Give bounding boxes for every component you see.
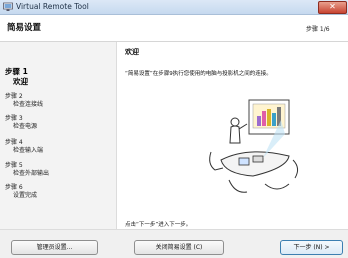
next-step-hint: 点击“下一步”进入下一步。 [125,222,192,228]
app-icon [3,2,13,11]
step-counter: 步骤 1/6 [306,26,330,33]
wizard-footer: 管理员设置... 关闭简易设置 (C) 下一步 (N) > [0,229,348,258]
step-name: 检查外部输出 [13,170,50,177]
app-window: Virtual Remote Tool ✕ 简易设置 步骤 1/6 步骤 1 欢… [0,0,348,258]
step-label: 步骤 3 [5,115,23,122]
step-label: 步骤 4 [5,139,23,146]
wizard-header: 简易设置 步骤 1/6 [0,15,348,42]
page-title: 简易设置 [7,23,42,33]
step-name: 检查电源 [13,123,38,130]
sidebar-item-step-4: 步骤 4 检查输入端 [5,139,43,155]
meeting-room-illustration [209,99,299,193]
sidebar-item-step-3: 步骤 3 检查电源 [5,115,37,131]
admin-settings-button[interactable]: 管理员设置... [11,240,98,255]
close-button[interactable]: ✕ [318,1,347,14]
title-bar[interactable]: Virtual Remote Tool ✕ [0,0,348,15]
sidebar-item-step-1: 步骤 1 欢迎 [5,67,28,87]
content-panel: 欢迎 “简易设置”在步骤9执行您使用的电脑与投影机之间的连接。 点击“下一步”进… [117,42,348,229]
step-name: 欢迎 [13,77,28,86]
step-name: 设置完成 [13,192,38,199]
close-setup-button[interactable]: 关闭简易设置 (C) [134,240,224,255]
sidebar-item-step-2: 步骤 2 检查连接线 [5,93,43,109]
step-name: 检查连接线 [13,101,44,108]
content-heading: 欢迎 [125,48,139,56]
window-title: Virtual Remote Tool [16,2,89,11]
step-sidebar: 步骤 1 欢迎 步骤 2 检查连接线 步骤 3 检查电源 步骤 4 检查输入端 … [0,42,117,229]
step-label: 步骤 6 [5,184,23,191]
next-button[interactable]: 下一步 (N) > [280,240,343,255]
step-name: 检查输入端 [13,147,44,154]
step-label: 步骤 5 [5,162,23,169]
content-description: “简易设置”在步骤9执行您使用的电脑与投影机之间的连接。 [125,71,272,77]
step-label: 步骤 2 [5,93,23,100]
step-label: 步骤 1 [5,67,28,76]
sidebar-item-step-5: 步骤 5 检查外部输出 [5,162,49,178]
sidebar-item-step-6: 步骤 6 设置完成 [5,184,37,200]
